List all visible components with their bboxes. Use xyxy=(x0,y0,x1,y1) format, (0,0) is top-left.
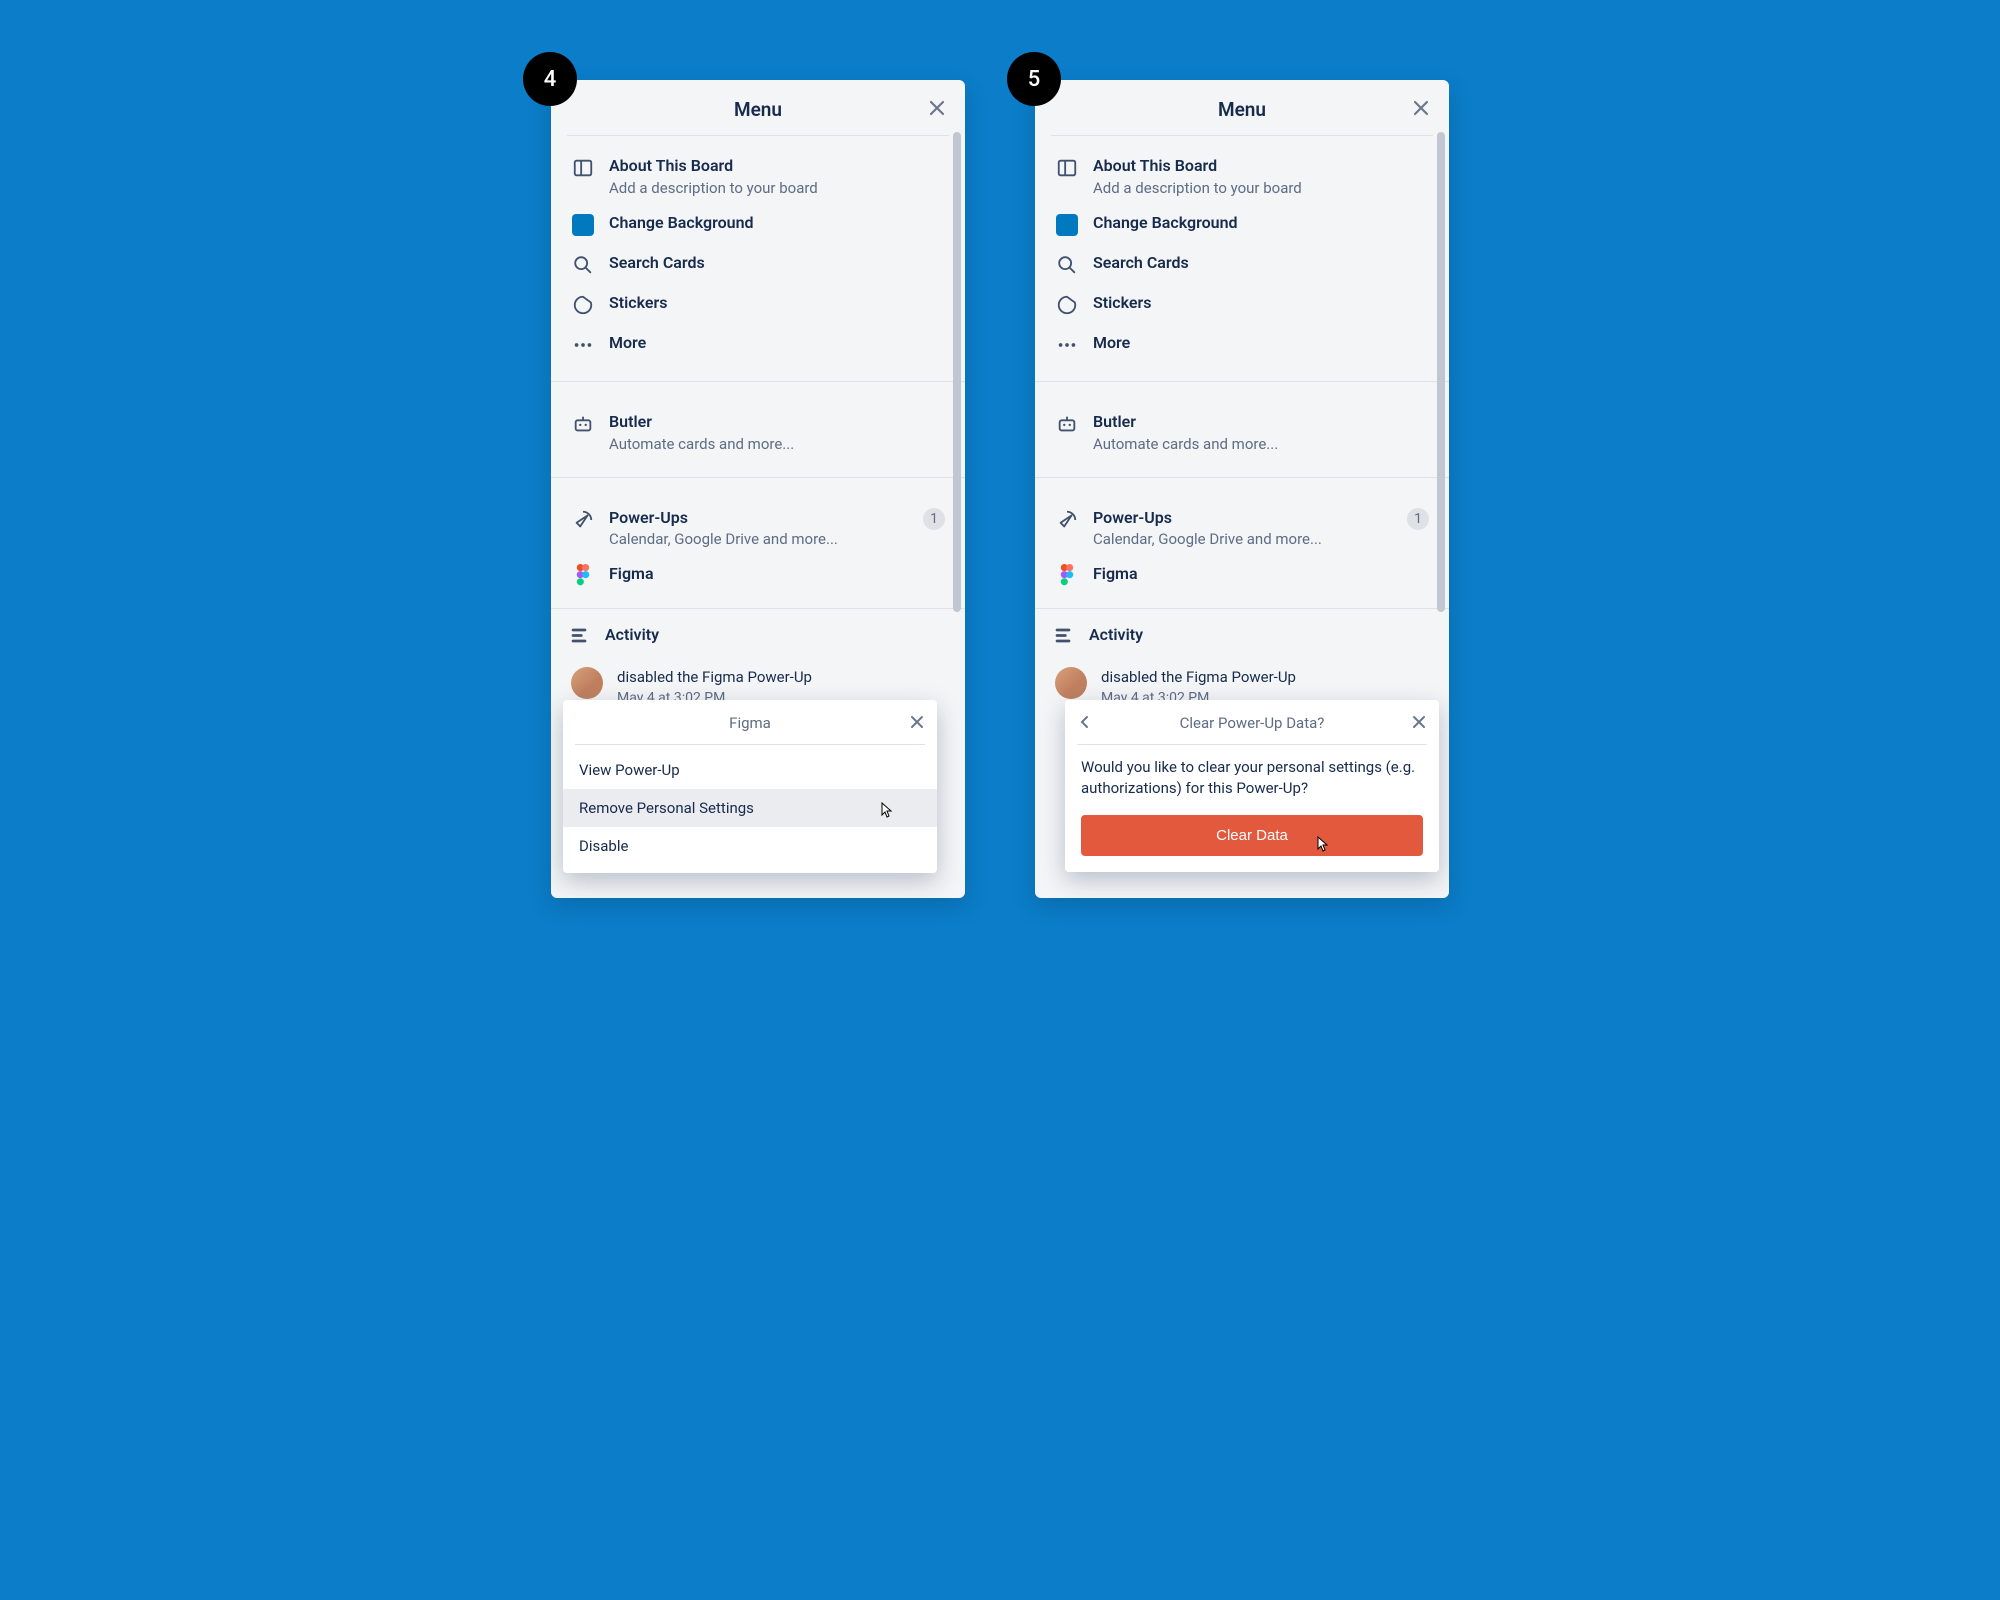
panel-header: Menu xyxy=(1035,80,1449,135)
activity-icon xyxy=(567,623,591,647)
activity-text: disabled the Figma Power-Up xyxy=(617,667,812,687)
more-item[interactable]: More xyxy=(1051,325,1433,365)
more-icon xyxy=(571,333,595,357)
close-icon[interactable] xyxy=(1411,98,1431,118)
power-ups-item[interactable]: Power-Ups Calendar, Google Drive and mor… xyxy=(1051,500,1433,557)
disable-item[interactable]: Disable xyxy=(563,827,937,865)
search-icon xyxy=(571,253,595,277)
change-background-label: Change Background xyxy=(1093,213,1429,234)
rocket-icon xyxy=(571,508,595,532)
scrollbar[interactable] xyxy=(953,132,961,612)
step-badge: 4 xyxy=(523,52,577,106)
power-ups-item[interactable]: Power-Ups Calendar, Google Drive and mor… xyxy=(567,500,949,557)
avatar xyxy=(571,667,603,699)
board-icon xyxy=(571,156,595,180)
background-swatch-icon xyxy=(571,213,595,237)
board-icon xyxy=(1055,156,1079,180)
cursor-icon xyxy=(1311,835,1331,855)
change-background-item[interactable]: Change Background xyxy=(1051,205,1433,245)
figma-item[interactable]: Figma xyxy=(567,556,949,596)
robot-icon xyxy=(1055,412,1079,436)
about-board-sub: Add a description to your board xyxy=(1093,179,1429,197)
back-icon[interactable] xyxy=(1077,714,1093,730)
robot-icon xyxy=(571,412,595,436)
sticker-icon xyxy=(571,293,595,317)
butler-item[interactable]: Butler Automate cards and more... xyxy=(567,404,949,461)
figma-label: Figma xyxy=(609,564,945,585)
butler-sub: Automate cards and more... xyxy=(609,435,945,453)
search-cards-label: Search Cards xyxy=(609,253,945,274)
power-ups-sub: Calendar, Google Drive and more... xyxy=(609,530,909,548)
figma-popover: Figma View Power-Up Remove Personal Sett… xyxy=(563,700,937,873)
stickers-item[interactable]: Stickers xyxy=(567,285,949,325)
butler-label: Butler xyxy=(609,412,945,433)
menu-panel: Menu About This Board Add a description … xyxy=(1035,80,1449,898)
search-cards-item[interactable]: Search Cards xyxy=(1051,245,1433,285)
power-ups-label: Power-Ups xyxy=(609,508,909,529)
clear-data-button[interactable]: Clear Data xyxy=(1081,815,1423,856)
panel-header: Menu xyxy=(551,80,965,135)
more-item[interactable]: More xyxy=(567,325,949,365)
close-icon[interactable] xyxy=(927,98,947,118)
menu-panel: Menu About This Board Add a description … xyxy=(551,80,965,898)
scrollbar[interactable] xyxy=(1437,132,1445,612)
avatar xyxy=(1055,667,1087,699)
sticker-icon xyxy=(1055,293,1079,317)
panel-title: Menu xyxy=(734,98,782,121)
figma-label: Figma xyxy=(1093,564,1429,585)
butler-sub: Automate cards and more... xyxy=(1093,435,1429,453)
power-ups-count-badge: 1 xyxy=(923,508,945,530)
about-board-item[interactable]: About This Board Add a description to yo… xyxy=(567,148,949,205)
background-swatch-icon xyxy=(1055,213,1079,237)
change-background-label: Change Background xyxy=(609,213,945,234)
power-ups-label: Power-Ups xyxy=(1093,508,1393,529)
about-board-sub: Add a description to your board xyxy=(609,179,945,197)
search-icon xyxy=(1055,253,1079,277)
activity-text: disabled the Figma Power-Up xyxy=(1101,667,1296,687)
clear-data-popover: Clear Power-Up Data? Would you like to c… xyxy=(1065,700,1439,872)
stickers-item[interactable]: Stickers xyxy=(1051,285,1433,325)
activity-label: Activity xyxy=(605,625,659,646)
power-ups-sub: Calendar, Google Drive and more... xyxy=(1093,530,1393,548)
search-cards-label: Search Cards xyxy=(1093,253,1429,274)
stickers-label: Stickers xyxy=(1093,293,1429,314)
search-cards-item[interactable]: Search Cards xyxy=(567,245,949,285)
change-background-item[interactable]: Change Background xyxy=(567,205,949,245)
close-icon[interactable] xyxy=(909,714,925,730)
activity-section: Activity disabled the Figma Power-Up May… xyxy=(1035,608,1449,713)
figma-icon xyxy=(571,564,595,588)
more-icon xyxy=(1055,333,1079,357)
activity-label: Activity xyxy=(1089,625,1143,646)
close-icon[interactable] xyxy=(1411,714,1427,730)
stickers-label: Stickers xyxy=(609,293,945,314)
about-board-label: About This Board xyxy=(609,156,945,177)
popover-body: Would you like to clear your personal se… xyxy=(1065,745,1439,799)
step-badge: 5 xyxy=(1007,52,1061,106)
about-board-item[interactable]: About This Board Add a description to yo… xyxy=(1051,148,1433,205)
popover-title: Figma xyxy=(575,700,925,745)
remove-personal-settings-item[interactable]: Remove Personal Settings xyxy=(563,789,937,827)
activity-icon xyxy=(1051,623,1075,647)
butler-item[interactable]: Butler Automate cards and more... xyxy=(1051,404,1433,461)
activity-section: Activity disabled the Figma Power-Up May… xyxy=(551,608,965,713)
panel-title: Menu xyxy=(1218,98,1266,121)
power-ups-count-badge: 1 xyxy=(1407,508,1429,530)
figma-item[interactable]: Figma xyxy=(1051,556,1433,596)
figma-icon xyxy=(1055,564,1079,588)
more-label: More xyxy=(1093,333,1429,354)
cursor-icon xyxy=(875,801,895,821)
rocket-icon xyxy=(1055,508,1079,532)
about-board-label: About This Board xyxy=(1093,156,1429,177)
popover-title: Clear Power-Up Data? xyxy=(1077,700,1427,745)
butler-label: Butler xyxy=(1093,412,1429,433)
view-power-up-item[interactable]: View Power-Up xyxy=(563,751,937,789)
more-label: More xyxy=(609,333,945,354)
